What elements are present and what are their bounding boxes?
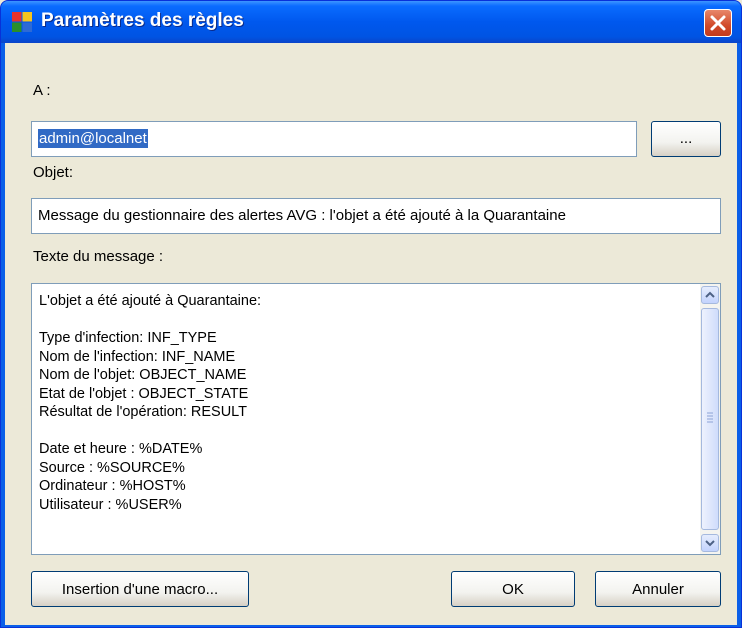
message-line: Type d'infection: INF_TYPE — [39, 330, 217, 346]
message-line: Nom de l'objet: OBJECT_NAME — [39, 367, 247, 383]
message-line: Date et heure : %DATE% — [39, 441, 203, 457]
title-bar[interactable]: Paramètres des règles — [1, 1, 741, 43]
browse-button[interactable]: ... — [651, 121, 721, 157]
to-field-value: admin@localnet — [38, 129, 148, 148]
scroll-down-button[interactable] — [701, 534, 719, 552]
message-line — [39, 311, 689, 330]
arrow-down-icon — [705, 540, 715, 547]
dialog-body: A : admin@localnet ... Objet: Message du… — [5, 43, 737, 625]
message-textarea[interactable]: L'objet a été ajouté à Quarantaine: Type … — [31, 283, 721, 555]
cancel-button[interactable]: Annuler — [595, 571, 721, 607]
avg-app-icon — [12, 12, 32, 32]
subject-label: Objet: — [33, 164, 74, 181]
message-line: Etat de l'objet : OBJECT_STATE — [39, 385, 249, 402]
subject-field[interactable]: Message du gestionnaire des alertes AVG … — [31, 198, 721, 234]
message-line: Nom de l'infection: INF_NAME — [39, 348, 236, 365]
close-button[interactable] — [704, 9, 732, 37]
scroll-thumb[interactable] — [701, 308, 719, 530]
dialog-window: Paramètres des règles A : admin@localnet… — [0, 0, 742, 628]
ok-button[interactable]: OK — [451, 571, 575, 607]
body-label: Texte du message : — [33, 248, 164, 265]
insert-macro-button[interactable]: Insertion d'une macro... — [31, 571, 249, 607]
message-line — [39, 422, 689, 441]
message-line: Résultat de l'opération: RESULT — [39, 404, 248, 420]
message-line: Utilisateur : %USER% — [39, 496, 182, 513]
to-field[interactable]: admin@localnet — [31, 121, 637, 157]
message-line: L'objet a été ajouté à Quarantaine: — [39, 293, 262, 309]
message-line: Ordinateur : %HOST% — [39, 478, 186, 494]
scroll-up-button[interactable] — [701, 286, 719, 304]
message-line: Source : %SOURCE% — [39, 459, 185, 476]
message-text: L'objet a été ajouté à Quarantaine: Type … — [39, 292, 689, 514]
arrow-up-icon — [705, 291, 715, 298]
grip-icon — [707, 412, 713, 423]
window-title: Paramètres des règles — [41, 10, 244, 31]
close-icon — [710, 15, 726, 31]
to-label: A : — [33, 82, 51, 99]
vertical-scrollbar[interactable] — [700, 284, 720, 554]
